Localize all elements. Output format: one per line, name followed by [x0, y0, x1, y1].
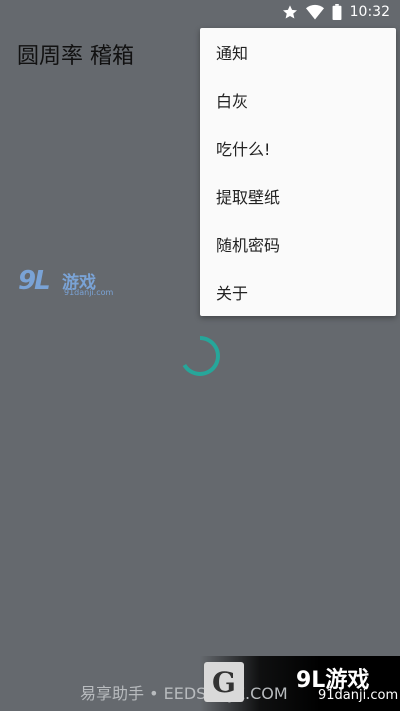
watermark-91-mark: 9L — [18, 266, 51, 296]
bottom-watermark-text: 易享助手 • EEDSHZJZ.COM — [80, 684, 288, 703]
app-screen: 10:32 圆周率 稽箱 9L 游戏 91danji.com 通知 白灰 吃什么… — [0, 0, 400, 711]
menu-item-extract-wallpaper[interactable]: 提取壁纸 — [200, 172, 396, 220]
menu-item-about[interactable]: 关于 — [200, 268, 396, 316]
menu-item-what-to-eat[interactable]: 吃什么! — [200, 124, 396, 172]
status-bar: 10:32 — [0, 0, 400, 24]
battery-icon — [332, 4, 342, 20]
menu-item-notify[interactable]: 通知 — [200, 28, 396, 76]
overflow-menu: 通知 白灰 吃什么! 提取壁纸 随机密码 关于 — [200, 28, 396, 316]
menu-item-white-gray[interactable]: 白灰 — [200, 76, 396, 124]
status-time: 10:32 — [349, 4, 390, 20]
loading-spinner-icon — [176, 332, 224, 380]
bottom-watermark-91-url: 91danji.com — [318, 688, 399, 703]
menu-item-random-password[interactable]: 随机密码 — [200, 220, 396, 268]
app-title: 圆周率 稽箱 — [17, 44, 134, 69]
watermark-91-url: 91danji.com — [64, 288, 114, 297]
wifi-icon — [305, 4, 324, 20]
star-icon — [282, 4, 298, 20]
watermark-g-logo: G — [204, 662, 244, 702]
watermark-logo-91: 9L 游戏 91danji.com — [18, 266, 114, 302]
